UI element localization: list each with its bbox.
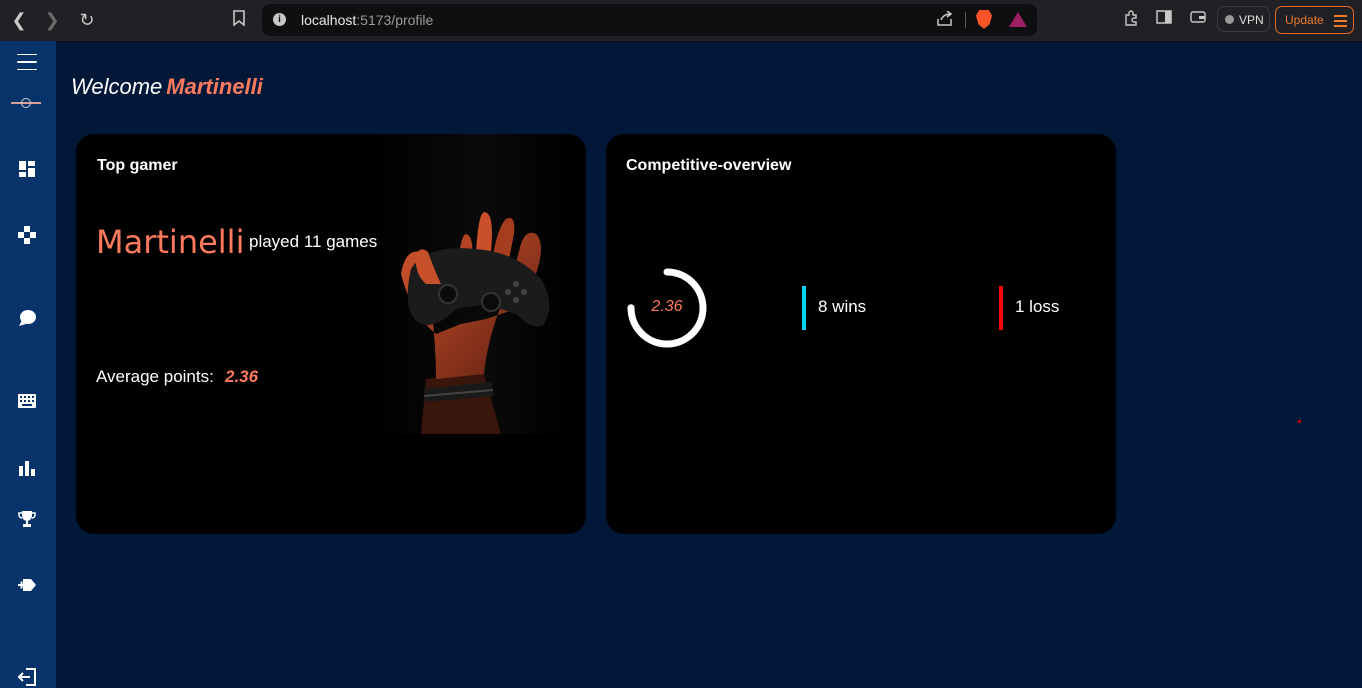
browser-toolbar: ❮ ❯ ↻ i localhost:5173/profile VPN Updat… (0, 0, 1362, 42)
update-label: Update (1285, 13, 1324, 27)
gauge-value: 2.36 (651, 298, 683, 315)
dashboard-icon[interactable] (16, 158, 38, 180)
forward-icon[interactable]: ❯ (40, 8, 64, 32)
card-title: Competitive-overview (626, 157, 792, 174)
top-gamer-card: Top gamer Martinelli played 11 games Ave… (76, 134, 586, 534)
sidebar (0, 41, 56, 688)
wallet-icon[interactable] (1188, 10, 1208, 30)
vpn-status-icon (1225, 15, 1234, 24)
games-played-text: played 11 games (249, 232, 378, 251)
card-title: Top gamer (97, 157, 178, 174)
gamepad-icon[interactable] (16, 224, 38, 246)
trophy-icon[interactable] (16, 508, 38, 530)
competitive-overview-card: Competitive-overview 2.36 8 wins 1 loss (606, 134, 1116, 534)
welcome-username: Martinelli (166, 74, 263, 99)
vpn-button[interactable]: VPN (1217, 6, 1270, 32)
wins-count: 8 wins (818, 297, 867, 316)
bar-chart-icon[interactable] (16, 457, 38, 479)
menu-icon[interactable] (16, 51, 38, 73)
update-button[interactable]: Update (1275, 6, 1354, 34)
url-text[interactable]: localhost:5173/profile (301, 12, 433, 28)
address-bar[interactable]: i localhost:5173/profile (262, 4, 1037, 36)
back-icon[interactable]: ❮ (7, 8, 31, 32)
extensions-icon[interactable] (1121, 10, 1141, 30)
chat-icon[interactable] (16, 307, 38, 329)
wins-indicator (802, 286, 806, 330)
vpn-label: VPN (1239, 13, 1264, 27)
reload-icon[interactable]: ↻ (75, 8, 99, 32)
welcome-heading: Welcome Martinelli (71, 74, 263, 100)
cursor-dot (1298, 420, 1301, 423)
welcome-text: Welcome (71, 74, 163, 99)
brave-rewards-icon[interactable] (1009, 12, 1027, 27)
loss-count: 1 loss (1015, 297, 1060, 316)
site-info-icon[interactable]: i (273, 13, 286, 26)
bookmark-icon[interactable] (227, 8, 251, 32)
divider (965, 12, 966, 28)
gamer-controller-photo (366, 134, 566, 434)
loss-indicator (999, 286, 1003, 330)
app-logo[interactable] (11, 98, 41, 108)
brave-shield-icon[interactable] (976, 10, 992, 29)
average-points-label: Average points: (96, 367, 214, 386)
logout-icon[interactable] (16, 666, 38, 688)
average-points-value: 2.36 (225, 367, 259, 386)
add-game-icon[interactable] (16, 574, 38, 596)
share-icon[interactable] (936, 10, 954, 31)
keyboard-icon[interactable] (16, 390, 38, 412)
sidebar-toggle-icon[interactable] (1154, 10, 1174, 30)
gamer-name: Martinelli (96, 223, 245, 261)
browser-menu-icon (1334, 15, 1347, 30)
